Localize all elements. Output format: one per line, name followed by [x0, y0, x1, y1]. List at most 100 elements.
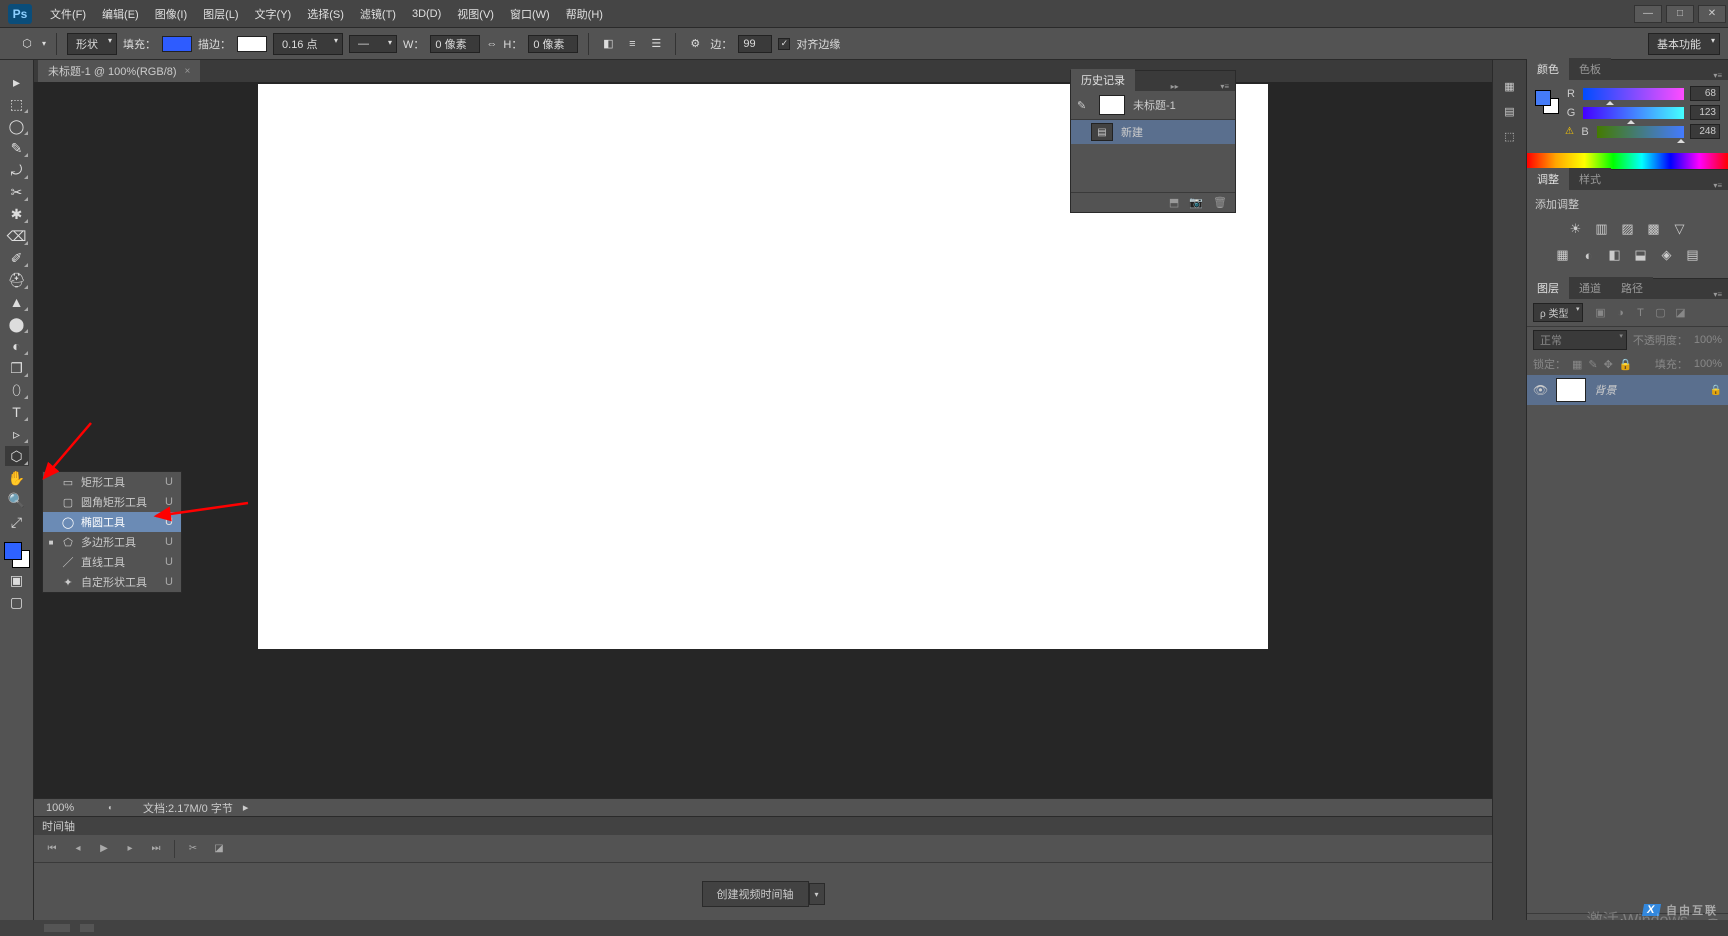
g-value[interactable]: 123	[1690, 105, 1720, 120]
crop-tool[interactable]: ⤾	[5, 160, 29, 180]
r-slider[interactable]	[1583, 88, 1684, 100]
zoom-level[interactable]: 100%	[46, 802, 74, 814]
healing-tool[interactable]: ✱	[5, 204, 29, 224]
menu-help[interactable]: 帮助(H)	[558, 1, 611, 27]
pen-tool[interactable]: ⬯	[5, 380, 29, 400]
adj-lookup-icon[interactable]: ▤	[1684, 246, 1702, 264]
width-input[interactable]	[430, 35, 480, 53]
adj-exposure-icon[interactable]: ▩	[1645, 220, 1663, 238]
timeline-first-icon[interactable]: ⏮	[44, 841, 60, 857]
adj-vibrance-icon[interactable]: ▽	[1671, 220, 1689, 238]
doc-info[interactable]: 文档:2.17M/0 字节	[143, 800, 233, 816]
flyout-rectangle[interactable]: ▭ 矩形工具 U	[43, 472, 181, 492]
dodge-tool[interactable]: ❐	[5, 358, 29, 378]
gear-icon[interactable]: ⚙	[686, 35, 704, 53]
adj-brightness-icon[interactable]: ☀	[1567, 220, 1585, 238]
tab-close-icon[interactable]: ×	[185, 66, 191, 77]
color-swatches[interactable]	[4, 542, 30, 568]
lock-position-icon[interactable]: ✥	[1604, 358, 1613, 371]
adj-bw-icon[interactable]: ◧	[1606, 246, 1624, 264]
menu-type[interactable]: 文字(Y)	[247, 1, 300, 27]
stamp-tool[interactable]: ✐	[5, 248, 29, 268]
layer-filter-dropdown[interactable]: ρ 类型	[1533, 303, 1583, 322]
stroke-width-input[interactable]: 0.16 点	[273, 33, 343, 55]
quickmask-toggle[interactable]: ▣	[5, 570, 29, 590]
gradient-tool[interactable]: ⬤	[5, 314, 29, 334]
document-tab[interactable]: 未标题-1 @ 100%(RGB/8) ×	[38, 60, 200, 82]
timeline-transition-icon[interactable]: ◪	[211, 841, 227, 857]
menu-select[interactable]: 选择(S)	[299, 1, 352, 27]
brush-tool[interactable]: ⌫	[5, 226, 29, 246]
stroke-swatch[interactable]	[237, 36, 267, 52]
lock-icon[interactable]: 🔒	[1710, 385, 1722, 396]
create-timeline-button[interactable]: 创建视频时间轴	[702, 881, 809, 907]
r-value[interactable]: 68	[1690, 86, 1720, 101]
type-tool[interactable]: T	[5, 402, 29, 422]
menu-layer[interactable]: 图层(L)	[195, 1, 246, 27]
arrange-icon[interactable]: ☰	[647, 35, 665, 53]
tab-history[interactable]: 历史记录	[1071, 69, 1135, 91]
history-brush-icon[interactable]: ✎	[1077, 99, 1091, 112]
menu-edit[interactable]: 编辑(E)	[94, 1, 147, 27]
create-timeline-dropdown[interactable]: ▾	[809, 883, 825, 905]
filter-shape-icon[interactable]: ▢	[1653, 306, 1667, 320]
adj-photofilter-icon[interactable]: ⬓	[1632, 246, 1650, 264]
quick-select-tool[interactable]: ✎	[5, 138, 29, 158]
adj-levels-icon[interactable]: ▥	[1593, 220, 1611, 238]
timeline-split-icon[interactable]: ✂	[185, 841, 201, 857]
timeline-prev-icon[interactable]: ◂	[70, 841, 86, 857]
b-value[interactable]: 248	[1690, 124, 1720, 139]
fill-opacity-value[interactable]: 100%	[1694, 358, 1722, 370]
layer-row[interactable]: 👁 背景 🔒	[1527, 375, 1728, 405]
eyedropper-tool[interactable]: ✂	[5, 182, 29, 202]
color-panel-fg[interactable]	[1535, 90, 1551, 106]
link-icon[interactable]: ⇔	[486, 38, 497, 50]
filter-adjust-icon[interactable]: ◑	[1613, 306, 1627, 320]
flyout-rounded-rectangle[interactable]: ▢ 圆角矩形工具 U	[43, 492, 181, 512]
b-slider[interactable]	[1597, 126, 1684, 138]
panel-menu-icon[interactable]: ▾≡	[1707, 290, 1728, 299]
color-panel-swatches[interactable]	[1535, 90, 1559, 114]
menu-3d[interactable]: 3D(D)	[404, 3, 449, 25]
dock-icon-3[interactable]: ⬚	[1504, 130, 1514, 143]
timeline-last-icon[interactable]: ⏭	[148, 841, 164, 857]
filter-smart-icon[interactable]: ◪	[1673, 306, 1687, 320]
doc-info-arrow-icon[interactable]: ▸	[243, 801, 249, 814]
screenmode-toggle[interactable]: ▢	[5, 592, 29, 612]
panel-collapse-icon[interactable]: ▸▸	[1165, 82, 1185, 91]
flyout-ellipse[interactable]: ◯ 椭圆工具 U	[43, 512, 181, 532]
flyout-custom-shape[interactable]: ✦ 自定形状工具 U	[43, 572, 181, 592]
visibility-icon[interactable]: 👁	[1533, 383, 1548, 397]
sides-input[interactable]	[738, 35, 772, 53]
flyout-polygon[interactable]: ■⬠ 多边形工具 U	[43, 532, 181, 552]
timeline-play-icon[interactable]: ▶	[96, 841, 112, 857]
history-step[interactable]: ▤ 新建	[1071, 119, 1235, 144]
history-snapshot[interactable]: ✎ 未标题-1	[1071, 91, 1235, 119]
flyout-line[interactable]: ／ 直线工具 U	[43, 552, 181, 572]
workspace-switcher[interactable]: 基本功能	[1648, 33, 1720, 55]
tab-styles[interactable]: 样式	[1569, 168, 1611, 190]
fill-swatch[interactable]	[162, 36, 192, 52]
tab-color[interactable]: 颜色	[1527, 58, 1569, 80]
dock-icon-1[interactable]: ▦	[1504, 80, 1514, 93]
lasso-tool[interactable]: ◯	[5, 116, 29, 136]
swap-tool[interactable]: ⤢	[5, 512, 29, 532]
eraser-tool[interactable]: ▲	[5, 292, 29, 312]
create-doc-icon[interactable]: ⬒	[1169, 196, 1179, 209]
maximize-button[interactable]: □	[1666, 5, 1694, 23]
marquee-tool[interactable]: ⬚	[5, 94, 29, 114]
shape-mode-dropdown[interactable]: 形状	[67, 33, 117, 55]
filter-type-icon[interactable]: T	[1633, 306, 1647, 320]
timeline-next-icon[interactable]: ▸	[122, 841, 138, 857]
hand-tool[interactable]: ✋	[5, 468, 29, 488]
opacity-value[interactable]: 100%	[1694, 334, 1722, 346]
canvas-viewport[interactable]	[34, 82, 1492, 798]
tab-adjustments[interactable]: 调整	[1527, 168, 1569, 190]
foreground-color[interactable]	[4, 542, 22, 560]
delete-state-icon[interactable]: 🗑	[1213, 196, 1227, 209]
shape-tool[interactable]: ⬡	[5, 446, 29, 466]
tab-swatches[interactable]: 色板	[1569, 58, 1611, 80]
adj-colorbalance-icon[interactable]: ◐	[1580, 246, 1598, 264]
tab-layers[interactable]: 图层	[1527, 277, 1569, 299]
color-spectrum[interactable]	[1527, 153, 1728, 169]
